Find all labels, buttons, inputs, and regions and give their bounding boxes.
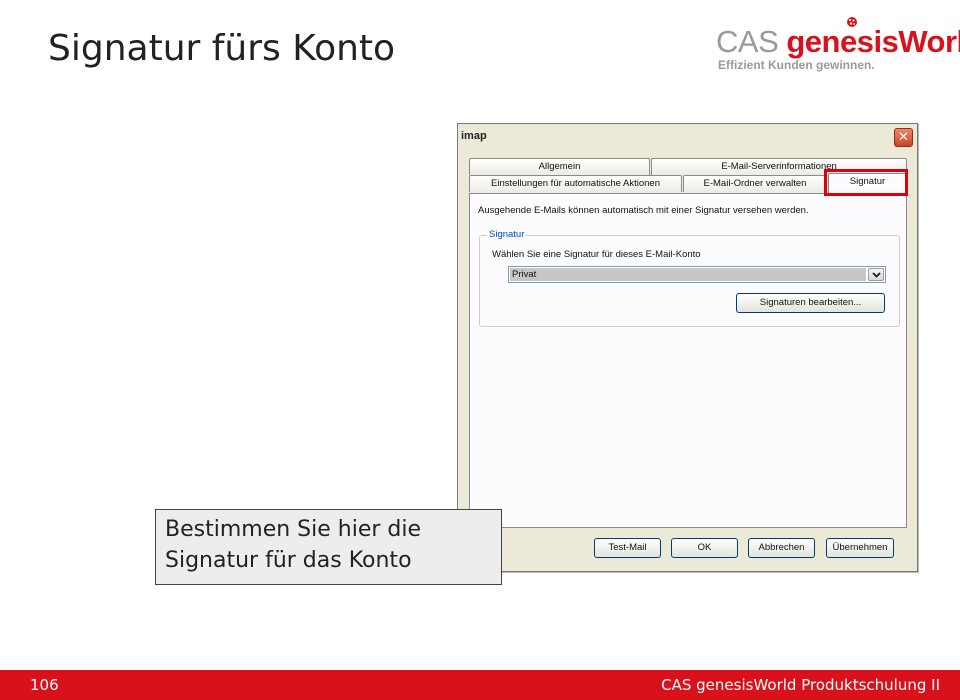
- tab-e-mail-ordner-verwalten[interactable]: E-Mail-Ordner verwalten: [683, 175, 827, 192]
- logo-sphere-icon: [847, 17, 857, 27]
- cancel-button[interactable]: Abbrechen: [748, 538, 815, 558]
- callout-box: Bestimmen Sie hier die Signatur für das …: [155, 509, 502, 585]
- dialog-title: imap: [461, 130, 487, 142]
- logo-wordmark: CAS genesisWorld: [716, 24, 960, 60]
- signatur-tab-highlight: [824, 169, 908, 196]
- ok-button[interactable]: OK: [671, 538, 738, 558]
- logo-prefix: CAS: [716, 24, 779, 59]
- callout-line-2: Signatur für das Konto: [165, 548, 412, 573]
- signature-select[interactable]: Privat: [508, 266, 886, 283]
- dialog-titlebar: imap ✕: [458, 124, 917, 150]
- signature-group: Signatur Wählen Sie eine Signatur für di…: [479, 229, 900, 327]
- course-title: CAS genesisWorld Produktschulung II: [661, 676, 940, 694]
- page-number: 106: [30, 676, 59, 694]
- slide-title: Signatur fürs Konto: [48, 28, 396, 69]
- signature-info-text: Ausgehende E-Mails können automatisch mi…: [478, 205, 809, 216]
- logo-brand-name: genesisWorld: [786, 24, 960, 59]
- imap-dialog: imap ✕ Allgemein E-Mail-Serverinformatio…: [457, 123, 918, 572]
- signature-group-legend: Signatur: [487, 229, 527, 240]
- tab-allgemein[interactable]: Allgemein: [469, 158, 650, 175]
- callout-line-1: Bestimmen Sie hier die: [165, 517, 422, 542]
- signature-select-value: Privat: [510, 268, 866, 281]
- test-mail-button[interactable]: Test-Mail: [594, 538, 661, 558]
- chevron-down-icon[interactable]: [868, 268, 884, 281]
- apply-button[interactable]: Übernehmen: [826, 538, 894, 558]
- edit-signatures-button[interactable]: Signaturen bearbeiten...: [736, 293, 885, 313]
- close-icon[interactable]: ✕: [894, 128, 913, 147]
- brand-logo: CAS genesisWorld Effizient Kunden gewinn…: [716, 17, 960, 74]
- slide-footer: 106 CAS genesisWorld Produktschulung II: [0, 670, 960, 700]
- tab-einstellungen-automatische-aktionen[interactable]: Einstellungen für automatische Aktionen: [469, 175, 682, 192]
- logo-tagline: Effizient Kunden gewinnen.: [718, 58, 875, 72]
- signature-select-label: Wählen Sie eine Signatur für dieses E-Ma…: [492, 249, 701, 260]
- signatur-tab-panel: Ausgehende E-Mails können automatisch mi…: [469, 193, 907, 528]
